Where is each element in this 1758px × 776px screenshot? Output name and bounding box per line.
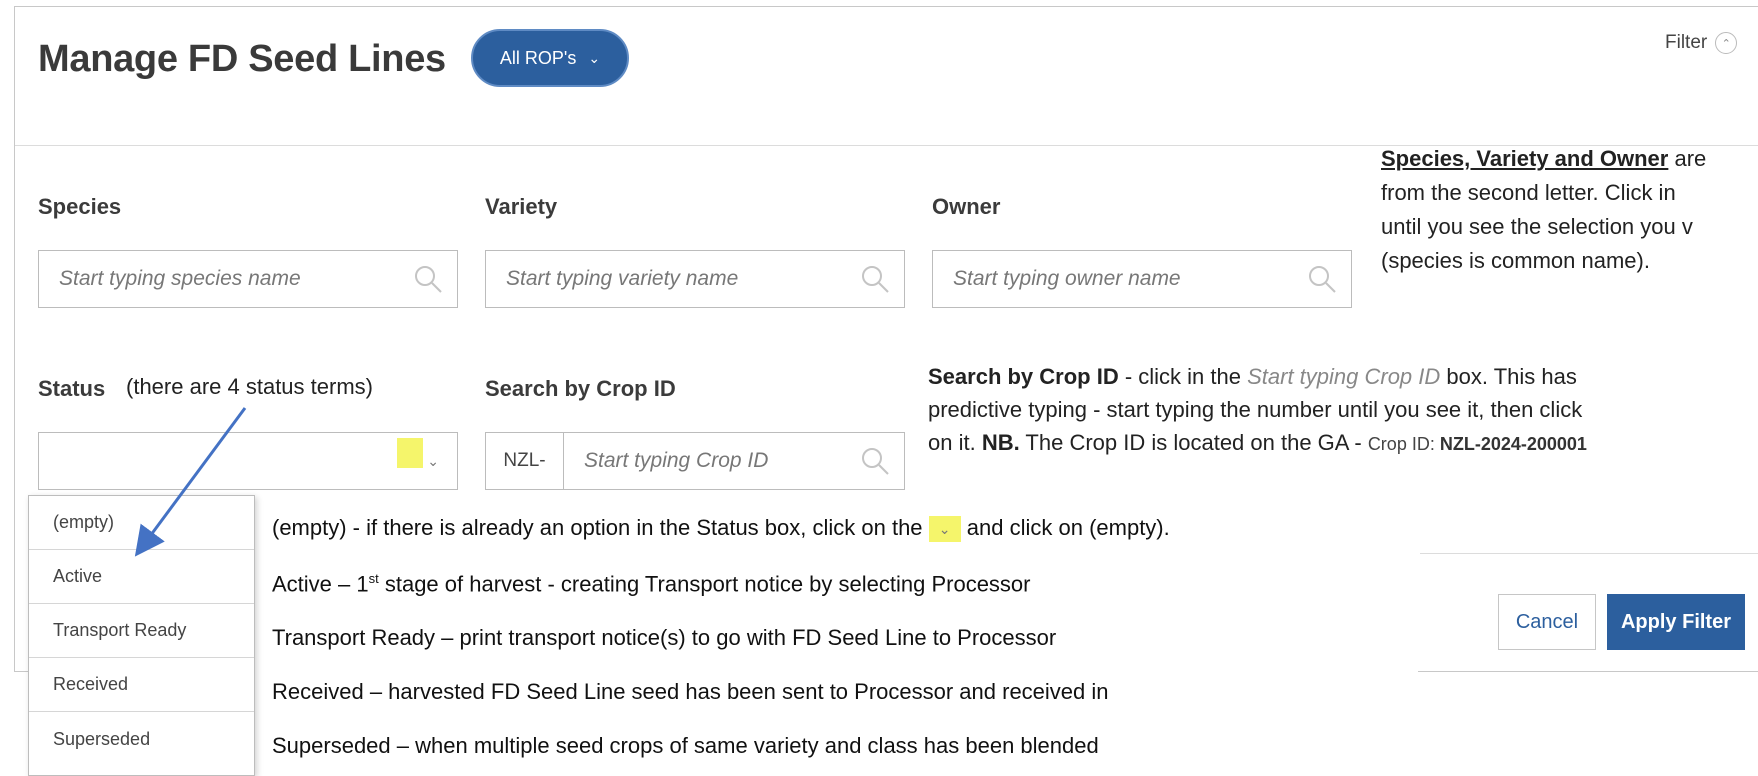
arrow-line bbox=[134, 407, 247, 557]
annotation-arrow bbox=[134, 407, 247, 557]
